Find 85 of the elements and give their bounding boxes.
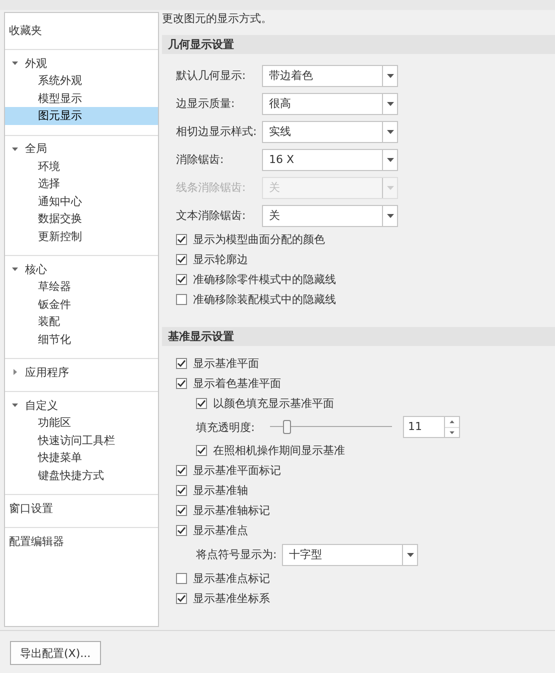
checkbox[interactable] xyxy=(176,505,187,516)
collapse-arrow-icon[interactable] xyxy=(11,59,19,67)
sidebar-item[interactable]: 功能区 xyxy=(5,414,158,432)
description-text: 更改图元的显示方式。 xyxy=(162,11,273,27)
number-spinner[interactable]: 11 xyxy=(403,416,460,438)
field-label: 默认几何显示: xyxy=(176,68,247,83)
sidebar-item[interactable]: 收藏夹 xyxy=(5,21,158,39)
dropdown[interactable]: 实线 xyxy=(262,120,398,142)
caret-icon xyxy=(386,130,394,134)
checkbox-label: 显示轮廓边 xyxy=(193,252,248,267)
sidebar-item[interactable]: 键盘快捷方式 xyxy=(5,466,158,484)
collapse-arrow-icon[interactable] xyxy=(11,144,19,152)
sidebar-group[interactable]: 外观 xyxy=(25,56,47,70)
dropdown[interactable]: 带边着色 xyxy=(262,64,398,86)
checkbox-label: 显示基准轴标记 xyxy=(193,503,270,518)
sidebar-item[interactable]: 快速访问工具栏 xyxy=(5,432,158,449)
sidebar-group[interactable]: 自定义 xyxy=(25,398,58,412)
checkbox[interactable] xyxy=(196,398,207,409)
collapse-arrow-icon[interactable] xyxy=(11,265,19,273)
checkbox[interactable] xyxy=(176,294,187,305)
checkbox[interactable] xyxy=(176,485,187,496)
checkbox[interactable] xyxy=(176,593,187,604)
checkbox-label: 显示基准点标记 xyxy=(193,571,270,586)
dropdown[interactable]: 很高 xyxy=(262,92,398,114)
sidebar-item[interactable]: 系统外观 xyxy=(5,72,158,90)
checkbox[interactable] xyxy=(176,358,187,369)
sidebar-group[interactable]: 核心 xyxy=(25,262,47,276)
dropdown[interactable]: 16 X xyxy=(262,148,398,170)
sidebar-group[interactable]: 应用程序 xyxy=(25,364,69,380)
sidebar-item[interactable]: 快捷菜单 xyxy=(5,449,158,466)
field-label: 消除锯齿: xyxy=(176,152,225,167)
sidebar-item[interactable]: 草绘器 xyxy=(5,278,158,296)
checkbox[interactable] xyxy=(176,573,187,584)
checkbox-label: 显示基准坐标系 xyxy=(193,591,270,606)
collapse-arrow-icon[interactable] xyxy=(11,401,19,409)
checkbox[interactable] xyxy=(176,254,187,265)
caret-icon xyxy=(406,552,414,556)
checkbox-label: 显示基准平面 xyxy=(193,356,259,371)
sidebar-item[interactable]: 通知中心 xyxy=(5,192,158,210)
field-label: 线条消除锯齿: xyxy=(176,180,247,195)
caret-icon xyxy=(386,102,394,106)
sidebar-item[interactable]: 图元显示 xyxy=(5,107,158,124)
export-button[interactable]: 导出配置(X)... xyxy=(10,641,101,665)
dropdown[interactable]: 关 xyxy=(262,204,398,226)
expand-arrow-icon[interactable] xyxy=(11,368,19,376)
checkbox-label: 显示着色基准平面 xyxy=(193,376,281,391)
sidebar-item[interactable]: 环境 xyxy=(5,158,158,175)
sidebar-item[interactable]: 选择 xyxy=(5,175,158,192)
sidebar-item[interactable]: 钣金件 xyxy=(5,296,158,313)
sidebar-item[interactable]: 模型显示 xyxy=(5,90,158,107)
checkbox-label: 显示为模型曲面分配的颜色 xyxy=(193,232,325,247)
field-label: 相切边显示样式: xyxy=(176,124,258,139)
section-header: 几何显示设置 xyxy=(162,35,555,54)
checkbox-label: 显示基准轴 xyxy=(193,483,248,498)
checkbox-label: 准确移除零件模式中的隐藏线 xyxy=(193,272,336,287)
caret-icon xyxy=(386,214,394,218)
sidebar-item[interactable]: 窗口设置 xyxy=(5,499,158,517)
checkbox[interactable] xyxy=(176,274,187,285)
checkbox[interactable] xyxy=(176,465,187,476)
slider-thumb[interactable] xyxy=(282,420,291,434)
checkbox-label: 显示基准平面标记 xyxy=(193,463,281,478)
caret-icon xyxy=(386,74,394,78)
checkbox-label: 准确移除装配模式中的隐藏线 xyxy=(193,292,336,307)
field-label: 文本消除锯齿: xyxy=(176,208,247,223)
dropdown[interactable]: 十字型 xyxy=(282,544,418,566)
field-label: 边显示质量: xyxy=(176,96,236,111)
section-header: 基准显示设置 xyxy=(162,327,555,346)
checkbox[interactable] xyxy=(176,525,187,536)
sidebar-item[interactable]: 配置编辑器 xyxy=(5,532,158,550)
down-arrow-icon[interactable] xyxy=(445,426,459,437)
field-label: 将点符号显示为: xyxy=(196,547,278,562)
sidebar-item[interactable]: 更新控制 xyxy=(5,228,158,245)
checkbox-label: 显示基准点 xyxy=(193,523,248,538)
caret-icon xyxy=(386,186,394,190)
checkbox[interactable] xyxy=(176,234,187,245)
checkbox-label: 在照相机操作期间显示基准 xyxy=(213,443,345,458)
checkbox[interactable] xyxy=(176,378,187,389)
sidebar-item[interactable]: 装配 xyxy=(5,313,158,330)
sidebar-item[interactable]: 细节化 xyxy=(5,330,158,348)
sidebar-group[interactable]: 全局 xyxy=(25,141,47,156)
checkbox[interactable] xyxy=(196,445,207,456)
caret-icon xyxy=(386,158,394,162)
checkbox-label: 以颜色填充显示基准平面 xyxy=(213,396,334,411)
slider-label: 填充透明度: xyxy=(196,420,256,434)
sidebar-item[interactable]: 数据交换 xyxy=(5,210,158,228)
